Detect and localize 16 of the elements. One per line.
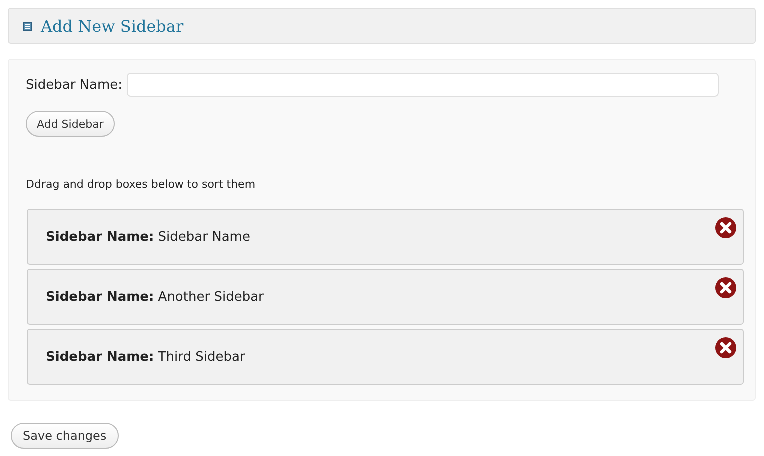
section-title: Add New Sidebar [41,16,184,36]
sidebar-box[interactable]: Sidebar Name: Another Sidebar [27,269,744,325]
sidebar-name-field[interactable] [126,73,719,97]
sidebar-box[interactable]: Sidebar Name: Sidebar Name [27,209,744,265]
delete-icon[interactable] [715,337,737,359]
sidebar-box[interactable]: Sidebar Name: Third Sidebar [27,329,744,385]
sidebar-name-text: Sidebar Name: Another Sidebar [46,290,264,304]
sidebar-name-text: Sidebar Name: Sidebar Name [46,230,250,244]
save-changes-button[interactable]: Save changes [11,423,119,449]
expand-icon[interactable] [23,22,32,30]
instruction-text: Ddrag and drop boxes below to sort them [26,178,257,191]
delete-icon[interactable] [715,217,737,239]
sidebar-name-text: Sidebar Name: Third Sidebar [46,350,246,364]
field-label: Sidebar Name: [26,78,123,92]
delete-icon[interactable] [715,277,737,299]
add-sidebar-button[interactable]: Add Sidebar [26,111,115,137]
